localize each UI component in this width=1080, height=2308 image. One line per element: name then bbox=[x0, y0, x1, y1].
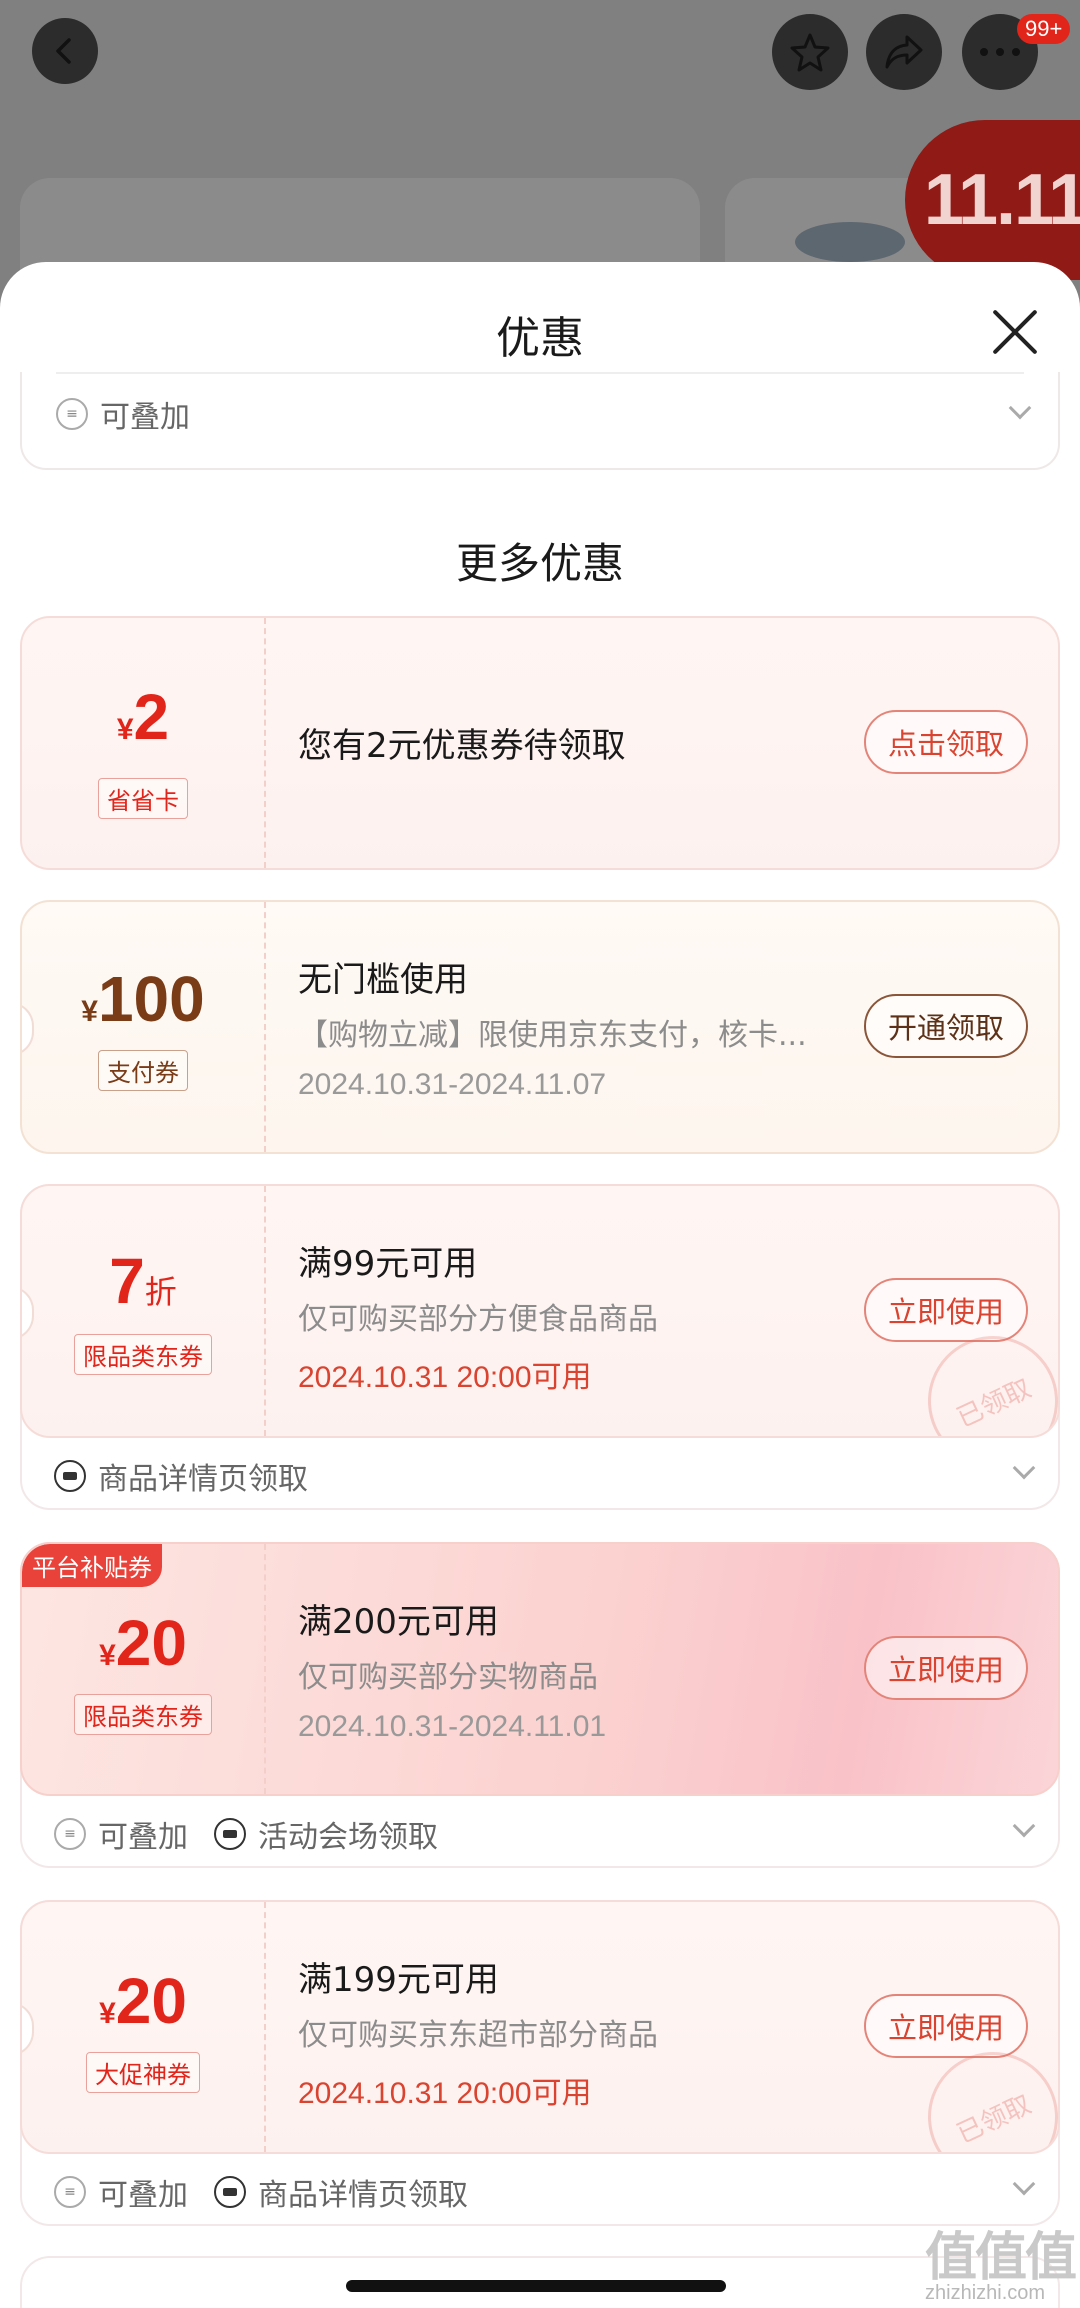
coupon-availability: 2024.10.31 20:00可用 bbox=[298, 2077, 592, 2110]
coupon-body: ¥20 大促神券 满199元可用 仅可购买京东超市部分商品 2024.10.31… bbox=[20, 1900, 1060, 2154]
back-icon bbox=[56, 38, 71, 64]
promo-logo: 11.11 bbox=[905, 120, 1080, 280]
close-icon[interactable] bbox=[985, 302, 1045, 362]
ticket-icon bbox=[214, 2176, 246, 2208]
chevron-down-icon[interactable] bbox=[1012, 1814, 1036, 1838]
coupon-title: 满99元可用 bbox=[298, 1244, 478, 1284]
coupon-availability: 2024.10.31 20:00可用 bbox=[298, 1361, 592, 1394]
claim-source-text: 商品详情页领取 bbox=[258, 2178, 468, 2213]
stackable-label: ≡ 可叠加 bbox=[56, 392, 190, 436]
coupon-validity: 2024.10.31-2024.11.07 bbox=[298, 1068, 607, 1101]
coupon-card: ¥20 大促神券 满199元可用 仅可购买京东超市部分商品 2024.10.31… bbox=[20, 1900, 1060, 2226]
divider bbox=[56, 372, 1024, 374]
coupon-type-tag: 限品类东券 bbox=[74, 1334, 212, 1375]
chevron-down-icon[interactable] bbox=[1012, 1456, 1036, 1480]
claim-button[interactable]: 点击领取 bbox=[863, 710, 1028, 774]
coupon-card: ¥100 支付券 无门槛使用 【购物立减】限使用京东支付，核卡... 2024.… bbox=[20, 900, 1060, 1154]
coupon-type-tag: 支付券 bbox=[98, 1050, 188, 1091]
use-now-button[interactable]: 立即使用 bbox=[863, 1636, 1028, 1700]
coupon-body: ¥100 支付券 无门槛使用 【购物立减】限使用京东支付，核卡... 2024.… bbox=[20, 900, 1060, 1154]
claim-source: 商品详情页领取 bbox=[54, 1454, 308, 1498]
coupon-footer[interactable]: ≡ 可叠加 商品详情页领取 bbox=[22, 2156, 1062, 2228]
stack-icon: ≡ bbox=[56, 398, 88, 430]
coupon-amount: ¥20 bbox=[99, 1607, 187, 1679]
favorite-button[interactable] bbox=[772, 14, 848, 90]
coupon-footer[interactable]: ≡ 可叠加 活动会场领取 bbox=[22, 1798, 1062, 1870]
sheet-title: 优惠 bbox=[496, 313, 584, 364]
dimmed-product-page: 11.11 99+ bbox=[0, 0, 1080, 318]
share-button[interactable] bbox=[866, 14, 942, 90]
coupon-type-tag: 限品类东券 bbox=[74, 1694, 212, 1735]
star-icon bbox=[790, 33, 830, 72]
coupon-amount: ¥100 bbox=[81, 963, 205, 1035]
stack-icon: ≡ bbox=[54, 1818, 86, 1850]
watermark: 值值值 zhizhizhi.com bbox=[925, 2215, 1077, 2305]
coupon-amount: 7折 bbox=[109, 1245, 177, 1317]
stackable-label: ≡ 可叠加 bbox=[54, 1812, 188, 1856]
coupon-card: 平台补贴券 ¥20 限品类东券 满200元可用 仅可购买部分实物商品 2024.… bbox=[20, 1542, 1060, 1868]
more-icon bbox=[980, 48, 1020, 56]
stackable-text: 可叠加 bbox=[100, 400, 190, 435]
coupon-title: 您有2元优惠券待领取 bbox=[298, 726, 626, 766]
coupon-divider bbox=[264, 902, 266, 1152]
claim-source: 商品详情页领取 bbox=[214, 2170, 468, 2214]
claim-source-text: 活动会场领取 bbox=[258, 1820, 438, 1855]
coupon-divider bbox=[264, 618, 266, 868]
coupon-divider bbox=[264, 1544, 266, 1794]
claim-source-text: 商品详情页领取 bbox=[98, 1462, 308, 1497]
coupon-title: 满200元可用 bbox=[298, 1602, 499, 1642]
section-title: 更多优惠 bbox=[455, 539, 624, 588]
stackable-label: ≡ 可叠加 bbox=[54, 2170, 188, 2214]
coupon-amount: ¥20 bbox=[99, 1965, 187, 2037]
coupon-card: ¥2 省省卡 您有2元优惠券待领取 点击领取 bbox=[20, 616, 1060, 870]
coupon-type-tag: 省省卡 bbox=[98, 778, 188, 819]
coupon-title: 满199元可用 bbox=[298, 1960, 499, 2000]
stack-icon: ≡ bbox=[54, 2176, 86, 2208]
coupon-description: 【购物立减】限使用京东支付，核卡... bbox=[298, 1018, 807, 1053]
coupon-sheet: 优惠 ≡ 可叠加 更多优惠 ¥2 省省卡 您有2元优惠券待领取 点击领取 ¥10… bbox=[0, 262, 1080, 2308]
coupon-card: 7折 限品类东券 满99元可用 仅可购买部分方便食品商品 2024.10.31 … bbox=[20, 1184, 1060, 1510]
previous-coupon-footer[interactable]: ≡ 可叠加 bbox=[20, 372, 1060, 470]
coupon-body: 平台补贴券 ¥20 限品类东券 满200元可用 仅可购买部分实物商品 2024.… bbox=[20, 1542, 1060, 1796]
stackable-text: 可叠加 bbox=[98, 2178, 188, 2213]
home-indicator[interactable] bbox=[346, 2280, 726, 2292]
coupon-footer[interactable]: 商品详情页领取 bbox=[22, 1440, 1062, 1512]
stackable-text: 可叠加 bbox=[98, 1820, 188, 1855]
use-now-button[interactable]: 立即使用 bbox=[863, 1278, 1028, 1342]
coupon-body: 7折 限品类东券 满99元可用 仅可购买部分方便食品商品 2024.10.31 … bbox=[20, 1184, 1060, 1438]
coupon-body: ¥2 省省卡 您有2元优惠券待领取 点击领取 bbox=[20, 616, 1060, 870]
coupon-type-tag: 大促神券 bbox=[86, 2052, 200, 2093]
notification-badge: 99+ bbox=[1017, 14, 1071, 44]
coupon-description: 仅可购买部分方便食品商品 bbox=[298, 1302, 658, 1337]
ticket-icon bbox=[54, 1460, 86, 1492]
share-icon bbox=[885, 35, 923, 69]
watermark-logo: 值值值 bbox=[925, 2229, 1077, 2287]
coupon-divider bbox=[264, 1186, 266, 1436]
back-button[interactable] bbox=[32, 18, 98, 84]
claim-source: 活动会场领取 bbox=[214, 1812, 438, 1856]
use-now-button[interactable]: 立即使用 bbox=[863, 1994, 1028, 2058]
chevron-down-icon[interactable] bbox=[1012, 2172, 1036, 2196]
activate-claim-button[interactable]: 开通领取 bbox=[863, 994, 1028, 1058]
coupon-description: 仅可购买部分实物商品 bbox=[298, 1660, 598, 1695]
coupon-divider bbox=[264, 1902, 266, 2152]
coupon-amount: ¥2 bbox=[116, 681, 170, 753]
coupon-title: 无门槛使用 bbox=[298, 960, 468, 1000]
product-image bbox=[795, 222, 905, 262]
ticket-icon bbox=[214, 1818, 246, 1850]
chevron-down-icon[interactable] bbox=[1008, 396, 1032, 420]
coupon-validity: 2024.10.31-2024.11.01 bbox=[298, 1710, 607, 1743]
coupon-description: 仅可购买京东超市部分商品 bbox=[298, 2018, 658, 2053]
